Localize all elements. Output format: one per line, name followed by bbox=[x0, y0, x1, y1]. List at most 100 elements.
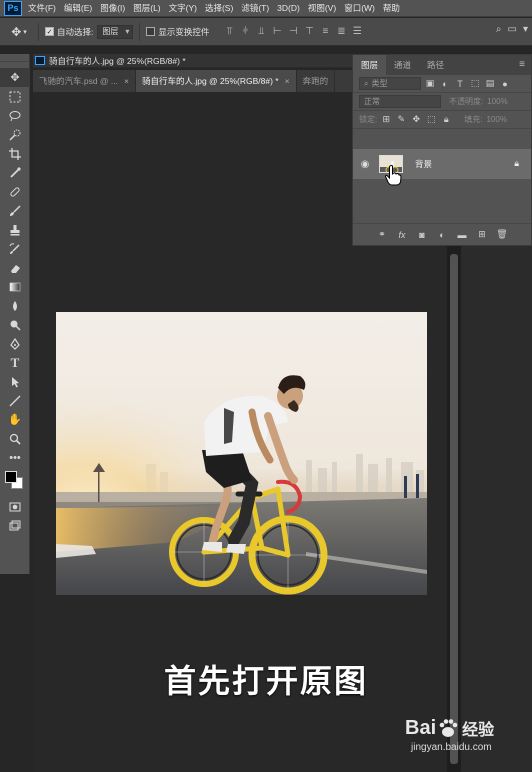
adjustment-layer-icon[interactable]: ◐ bbox=[432, 230, 452, 240]
lock-position-icon[interactable]: ✥ bbox=[410, 114, 422, 126]
type-tool-icon[interactable]: T bbox=[0, 353, 30, 372]
crop-tool-icon[interactable] bbox=[0, 144, 30, 163]
tab-cyclist-jpg[interactable]: 骑自行车的人.jpg @ 25%(RGB/8#) * × bbox=[135, 70, 297, 92]
new-layer-icon[interactable]: ⊞ bbox=[472, 229, 492, 240]
layer-style-icon[interactable]: fx bbox=[392, 230, 412, 240]
menu-image[interactable]: 图像(I) bbox=[100, 2, 125, 14]
auto-select-target-dropdown[interactable]: 图层 bbox=[97, 24, 134, 39]
clone-stamp-tool-icon[interactable] bbox=[0, 220, 30, 239]
close-icon[interactable]: × bbox=[285, 76, 290, 86]
eraser-tool-icon[interactable] bbox=[0, 258, 30, 277]
workspace-icon[interactable]: ▭ bbox=[508, 24, 517, 35]
tools-panel: ✥ T ✋ ••• bbox=[0, 54, 30, 574]
brush-tool-icon[interactable] bbox=[0, 201, 30, 220]
menu-view[interactable]: 视图(V) bbox=[308, 2, 336, 14]
filter-pixel-icon[interactable]: ▣ bbox=[424, 78, 436, 90]
pen-tool-icon[interactable] bbox=[0, 334, 30, 353]
lock-all-icon[interactable]: 🔒︎ bbox=[440, 114, 452, 126]
tab-paths[interactable]: 路径 bbox=[419, 55, 452, 75]
layer-lock-icon[interactable]: 🔒︎ bbox=[514, 158, 519, 169]
blend-mode-dropdown[interactable]: 正常 bbox=[359, 95, 441, 108]
distribute-center-icon[interactable]: ≣ bbox=[333, 24, 349, 40]
fill-value[interactable]: 100% bbox=[486, 115, 506, 124]
lasso-tool-icon[interactable] bbox=[0, 106, 30, 125]
color-swatches[interactable] bbox=[0, 467, 29, 497]
distribute-bottom-icon[interactable]: ☰ bbox=[349, 24, 365, 40]
filter-toggle-icon[interactable]: ● bbox=[499, 78, 511, 90]
menu-edit[interactable]: 编辑(E) bbox=[64, 2, 92, 14]
filter-shape-icon[interactable]: ⬚ bbox=[469, 78, 481, 90]
move-tool-preset-icon[interactable]: ✥ ▾ bbox=[6, 22, 32, 42]
path-selection-tool-icon[interactable] bbox=[0, 372, 30, 391]
history-brush-tool-icon[interactable] bbox=[0, 239, 30, 258]
divider bbox=[139, 22, 141, 41]
align-left-icon[interactable]: ⊢ bbox=[269, 24, 285, 40]
new-group-icon[interactable]: ▬ bbox=[452, 230, 472, 240]
layer-filter-dropdown[interactable]: ⌕ 类型 bbox=[359, 77, 421, 90]
document-icon bbox=[35, 56, 45, 65]
distribute-top-icon[interactable]: ≡ bbox=[317, 24, 333, 40]
filter-smart-object-icon[interactable]: ▤ bbox=[484, 78, 496, 90]
filter-type-icon[interactable]: T bbox=[454, 78, 466, 90]
lock-row: 锁定: ⊞ ✎ ✥ ⬚ 🔒︎ 填充: 100% bbox=[353, 111, 531, 129]
menu-select[interactable]: 选择(S) bbox=[205, 2, 233, 14]
auto-select-checkbox[interactable]: ✓ bbox=[45, 27, 54, 36]
layers-panel-tabs: 图层 通道 路径 ≡ bbox=[353, 55, 531, 75]
lock-pixels-icon[interactable]: ✎ bbox=[395, 114, 407, 126]
photoshop-logo-icon: Ps bbox=[4, 0, 22, 16]
menu-help[interactable]: 帮助 bbox=[383, 2, 400, 14]
filter-adjustment-icon[interactable]: ◐ bbox=[439, 78, 451, 90]
gradient-tool-icon[interactable] bbox=[0, 277, 30, 296]
search-icon[interactable]: ⌕ bbox=[496, 24, 502, 35]
close-icon[interactable]: × bbox=[124, 76, 129, 86]
chevron-down-icon[interactable]: ▾ bbox=[523, 24, 528, 35]
hand-cursor-icon bbox=[384, 165, 402, 186]
menu-window[interactable]: 窗口(W) bbox=[344, 2, 375, 14]
layer-name[interactable]: 背景 bbox=[415, 158, 432, 170]
quick-select-tool-icon[interactable] bbox=[0, 125, 30, 144]
delete-layer-icon[interactable]: 🗑︎ bbox=[492, 229, 512, 240]
panel-menu-icon[interactable]: ≡ bbox=[519, 59, 525, 70]
foreground-color-swatch[interactable] bbox=[5, 471, 17, 483]
hand-tool-icon[interactable]: ✋ bbox=[0, 410, 30, 429]
dodge-tool-icon[interactable] bbox=[0, 315, 30, 334]
screen-mode-icon[interactable] bbox=[0, 516, 30, 535]
menu-file[interactable]: 文件(F) bbox=[28, 2, 56, 14]
quick-mask-icon[interactable] bbox=[0, 497, 30, 516]
healing-brush-tool-icon[interactable] bbox=[0, 182, 30, 201]
align-hcenter-icon[interactable]: ⊣ bbox=[285, 24, 301, 40]
lock-transparent-icon[interactable]: ⊞ bbox=[380, 114, 392, 126]
lock-artboard-icon[interactable]: ⬚ bbox=[425, 114, 437, 126]
menu-layer[interactable]: 图层(L) bbox=[133, 2, 160, 14]
link-layers-icon[interactable]: ⚭ bbox=[372, 229, 392, 240]
layers-panel-footer: ⚭ fx ◙ ◐ ▬ ⊞ 🗑︎ bbox=[353, 223, 531, 245]
more-tools-icon[interactable]: ••• bbox=[0, 448, 30, 467]
align-right-icon[interactable]: ⊤ bbox=[301, 24, 317, 40]
tab-label: 飞驰的汽车.psd @ ... bbox=[39, 76, 119, 86]
marquee-tool-icon[interactable] bbox=[0, 87, 30, 106]
tab-running[interactable]: 奔跑的 bbox=[297, 70, 336, 92]
align-top-icon[interactable]: ⫪ bbox=[221, 24, 237, 40]
zoom-tool-icon[interactable] bbox=[0, 429, 30, 448]
add-mask-icon[interactable]: ◙ bbox=[412, 230, 432, 240]
eyedropper-tool-icon[interactable] bbox=[0, 163, 30, 182]
move-tool-icon[interactable]: ✥ bbox=[0, 68, 30, 87]
layer-row[interactable]: ◉ 背景 🔒︎ bbox=[353, 149, 531, 179]
align-vcenter-icon[interactable]: ⫩ bbox=[237, 24, 253, 40]
tab-channels[interactable]: 通道 bbox=[386, 55, 419, 75]
show-transform-checkbox[interactable] bbox=[146, 27, 156, 36]
tab-car-psd[interactable]: 飞驰的汽车.psd @ ... × bbox=[33, 70, 136, 92]
tab-layers[interactable]: 图层 bbox=[353, 55, 387, 75]
menu-filter[interactable]: 滤镜(T) bbox=[241, 2, 269, 14]
cyclist-photo[interactable] bbox=[56, 312, 427, 595]
menu-type[interactable]: 文字(Y) bbox=[169, 2, 197, 14]
line-tool-icon[interactable] bbox=[0, 391, 30, 410]
menu-3d[interactable]: 3D(D) bbox=[277, 3, 300, 13]
align-buttons: ⫪ ⫩ ⫫ ⊢ ⊣ ⊤ ≡ ≣ ☰ bbox=[221, 24, 365, 40]
blend-mode-value: 正常 bbox=[364, 97, 380, 106]
visibility-eye-icon[interactable]: ◉ bbox=[357, 159, 373, 170]
align-bottom-icon[interactable]: ⫫ bbox=[253, 24, 269, 40]
panel-grip[interactable] bbox=[0, 54, 29, 62]
opacity-value[interactable]: 100% bbox=[487, 97, 507, 106]
blur-tool-icon[interactable] bbox=[0, 296, 30, 315]
